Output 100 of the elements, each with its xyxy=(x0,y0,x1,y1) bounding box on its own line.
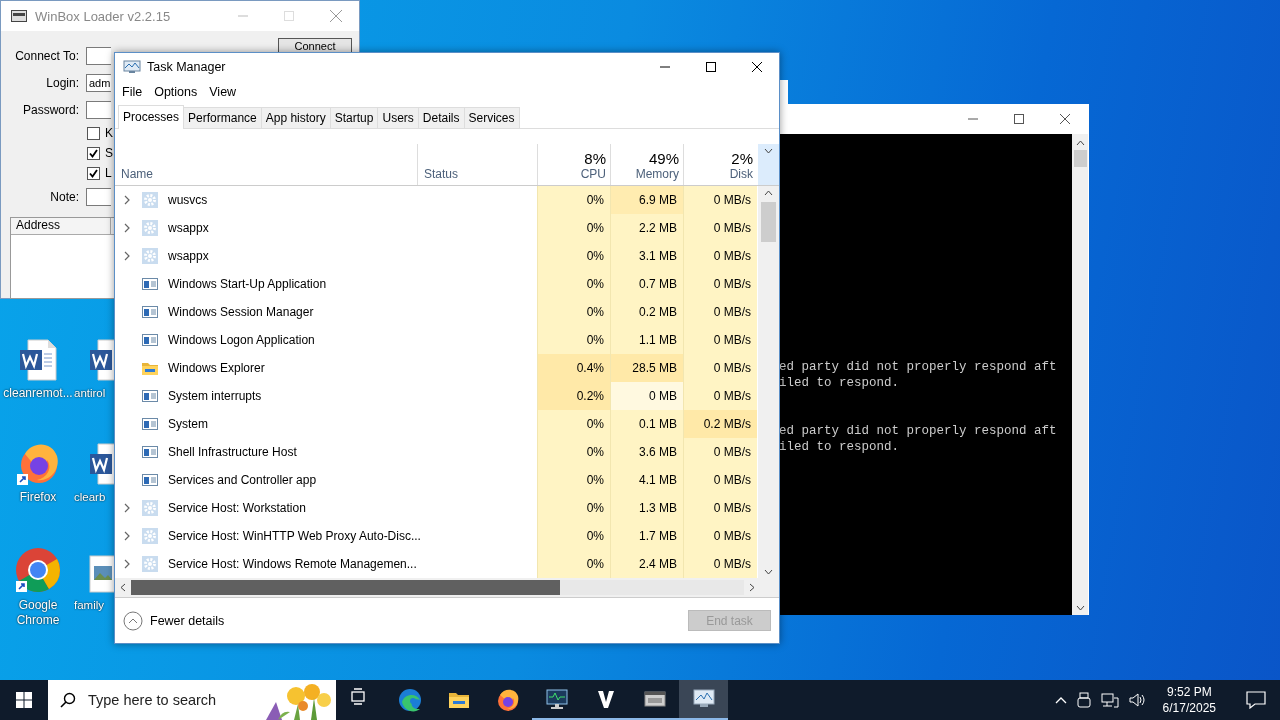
monitor-icon xyxy=(544,687,569,711)
table-cell: 0.1 MB xyxy=(610,410,683,438)
table-cell: 0% xyxy=(537,214,610,242)
table-cell: 3.6 MB xyxy=(610,438,683,466)
window-title: WinBox Loader v2.2.15 xyxy=(35,8,171,24)
tab[interactable]: Users xyxy=(377,107,419,128)
image-file-icon[interactable] xyxy=(88,554,115,594)
column-label: Disk xyxy=(729,167,753,181)
process-name[interactable]: Shell Infrastructure Host xyxy=(168,445,297,459)
checkbox[interactable] xyxy=(87,166,100,180)
process-name[interactable]: Services and Controller app xyxy=(168,473,317,487)
scrollbar-thumb[interactable] xyxy=(131,580,561,595)
close-icon[interactable] xyxy=(1059,113,1071,125)
window-icon xyxy=(142,388,158,404)
task-manager-icon xyxy=(123,60,141,74)
checkbox-label: L xyxy=(105,166,112,180)
table-cell: 0% xyxy=(537,438,610,466)
app-icon xyxy=(11,10,27,22)
column-header[interactable]: 49% Memory xyxy=(610,144,683,185)
checkbox[interactable] xyxy=(87,146,100,160)
maximize-icon[interactable] xyxy=(705,61,717,73)
volume-icon[interactable] xyxy=(1128,692,1147,708)
window-icon xyxy=(142,444,158,460)
usage-total: 49% xyxy=(648,150,679,167)
column-label: Name xyxy=(121,167,154,181)
table-cell: 0 MB/s xyxy=(683,186,757,214)
search-field[interactable]: Type here to search xyxy=(86,691,240,709)
process-name[interactable]: wsappx xyxy=(168,249,209,263)
menu-item[interactable]: Options xyxy=(154,85,198,99)
taskbar-button[interactable] xyxy=(679,680,728,720)
table-cell: 0 MB/s xyxy=(683,214,757,242)
table-cell: 0% xyxy=(537,326,610,354)
tab[interactable]: Performance xyxy=(183,107,262,128)
maximize-icon[interactable] xyxy=(1013,113,1025,125)
process-name[interactable]: wsappx xyxy=(168,221,209,235)
window-title: Task Manager xyxy=(147,60,226,74)
process-name[interactable]: Service Host: Workstation xyxy=(168,501,306,515)
fewer-details-button[interactable]: Fewer details xyxy=(123,610,225,631)
column-header[interactable]: Status xyxy=(417,144,537,185)
chevron-right-icon[interactable] xyxy=(124,531,131,541)
edge-icon xyxy=(397,688,422,712)
table-cell: 1.1 MB xyxy=(610,326,683,354)
table-cell: 0% xyxy=(537,494,610,522)
console-text: ed party did not properly respond aft xyxy=(779,423,1058,439)
notification-icon[interactable] xyxy=(1246,691,1266,709)
tab[interactable]: App history xyxy=(260,107,331,128)
process-name[interactable]: Service Host: Windows Remote Managemen... xyxy=(168,557,417,571)
scrollbar[interactable] xyxy=(758,144,779,578)
input-field[interactable] xyxy=(86,46,111,65)
tab[interactable]: Startup xyxy=(329,107,379,128)
process-name[interactable]: System interrupts xyxy=(168,389,262,403)
chevron-up-icon[interactable] xyxy=(1054,696,1067,704)
usage-total: 2% xyxy=(731,150,753,167)
scroll-down-icon xyxy=(764,569,773,575)
column-header[interactable]: 8% CPU xyxy=(537,144,610,185)
scrollbar[interactable] xyxy=(115,578,779,598)
column-header[interactable]: Name xyxy=(115,144,417,185)
chevron-right-icon[interactable] xyxy=(124,251,131,261)
table-cell: 0 MB/s xyxy=(683,494,757,522)
clock-date[interactable]: 6/17/2025 xyxy=(1162,700,1216,716)
menu-item[interactable]: View xyxy=(209,85,237,99)
checkbox[interactable] xyxy=(87,126,100,140)
input-field[interactable] xyxy=(86,187,111,206)
process-name[interactable]: System xyxy=(168,417,208,431)
network-icon[interactable] xyxy=(1100,692,1119,708)
word-document-icon[interactable] xyxy=(18,338,58,382)
process-name[interactable]: Windows Start-Up Application xyxy=(168,277,327,291)
table-cell: 0.2% xyxy=(537,382,610,410)
tab[interactable]: Details xyxy=(417,107,465,128)
console-text: ed party did not properly respond aft xyxy=(779,359,1058,375)
process-name[interactable]: Windows Explorer xyxy=(168,361,265,375)
gear-icon xyxy=(142,220,158,236)
process-name[interactable]: wusvcs xyxy=(168,193,208,207)
close-icon[interactable] xyxy=(751,61,763,73)
table-cell: 0 MB/s xyxy=(683,270,757,298)
clock-time[interactable]: 9:52 PM xyxy=(1166,684,1212,700)
chevron-right-icon[interactable] xyxy=(124,559,131,569)
process-name[interactable]: Service Host: WinHTTP Web Proxy Auto-Disc... xyxy=(168,529,421,543)
usb-icon[interactable] xyxy=(1076,692,1091,708)
scrollbar-thumb[interactable] xyxy=(761,202,776,242)
window-icon xyxy=(142,276,158,292)
table-cell: 2.4 MB xyxy=(610,550,683,578)
chevron-right-icon[interactable] xyxy=(124,503,131,513)
tab[interactable]: Services xyxy=(463,107,520,128)
field-label: Connect To: xyxy=(14,48,79,63)
menu-item[interactable]: File xyxy=(122,85,143,99)
checkbox-label: S xyxy=(105,146,113,160)
tab[interactable]: Processes xyxy=(118,105,185,129)
table-cell: 0 MB/s xyxy=(683,298,757,326)
input-field[interactable] xyxy=(86,100,111,119)
connect-button[interactable]: Connect xyxy=(278,37,352,54)
scrollbar[interactable] xyxy=(1072,134,1088,615)
process-name[interactable]: Windows Logon Application xyxy=(168,333,315,347)
process-name[interactable]: Windows Session Manager xyxy=(168,305,314,319)
scrollbar-thumb[interactable] xyxy=(1073,150,1087,167)
chrome-icon[interactable] xyxy=(14,546,62,594)
chevron-right-icon[interactable] xyxy=(124,195,131,205)
column-header[interactable]: 2% Disk xyxy=(683,144,757,185)
window-icon xyxy=(142,416,158,432)
chevron-right-icon[interactable] xyxy=(124,223,131,233)
